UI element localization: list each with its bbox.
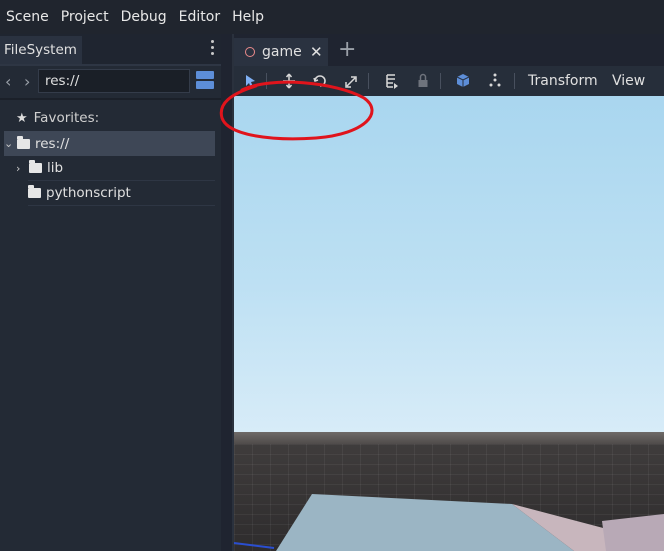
path-field[interactable] [38,69,190,93]
star-icon: ★ [16,110,28,126]
menu-debug[interactable]: Debug [115,0,173,34]
favorites-item[interactable]: ★ Favorites: [16,106,99,130]
menu-bar: Scene Project Debug Editor Help [0,0,664,34]
favorites-label: Favorites: [33,110,100,126]
local-space-icon[interactable] [453,66,473,96]
tree-item-label: lib [47,160,64,176]
snap-icon[interactable] [485,66,505,96]
lock-icon[interactable] [413,66,433,96]
divider [0,64,221,66]
back-icon[interactable]: ‹ [5,72,11,91]
forward-icon[interactable]: › [24,72,30,91]
tab-game[interactable]: game ✕ [234,38,328,66]
chevron-down-icon[interactable]: ⌄ [4,137,13,150]
box-top [276,494,574,551]
divider [0,98,221,100]
split-view-icon[interactable] [196,71,214,91]
dock-tabbar: FileSystem [0,34,221,64]
folder-icon [28,185,41,198]
axis-line [234,542,275,549]
menu-editor[interactable]: Editor [173,0,226,34]
list-icon[interactable] [382,66,402,96]
scene-root-icon [245,47,255,57]
box-right [602,514,664,551]
tree-item-lib[interactable]: › lib [16,156,63,180]
menu-help[interactable]: Help [226,0,270,34]
tab-filesystem[interactable]: FileSystem [0,36,82,64]
row-divider [28,205,215,206]
3d-viewport[interactable] [234,96,664,551]
filesystem-dock: FileSystem ‹ › ★ Favorites: ⌄ res:// › l… [0,34,221,551]
divider [440,73,441,89]
menu-project[interactable]: Project [55,0,115,34]
close-icon[interactable]: ✕ [310,38,323,66]
scene-tabbar: game ✕ + [234,34,664,66]
dock-menu-icon[interactable] [210,40,216,58]
tree-item-label: res:// [35,135,70,152]
red-circle-annotation [219,80,374,141]
chevron-right-icon[interactable]: › [16,162,25,175]
tree-item-res[interactable]: ⌄ res:// [4,131,215,156]
transform-menu[interactable]: Transform [528,66,598,96]
tree-item-pythonscript[interactable]: pythonscript [28,181,131,205]
scene-objects [234,494,664,551]
folder-icon [17,135,30,149]
view-menu[interactable]: View [612,66,645,96]
tree-item-label: pythonscript [46,185,131,201]
add-tab-icon[interactable]: + [338,36,356,64]
scene-tab-label: game [262,44,302,60]
folder-icon [29,160,42,173]
menu-scene[interactable]: Scene [0,0,55,34]
divider [514,73,515,89]
